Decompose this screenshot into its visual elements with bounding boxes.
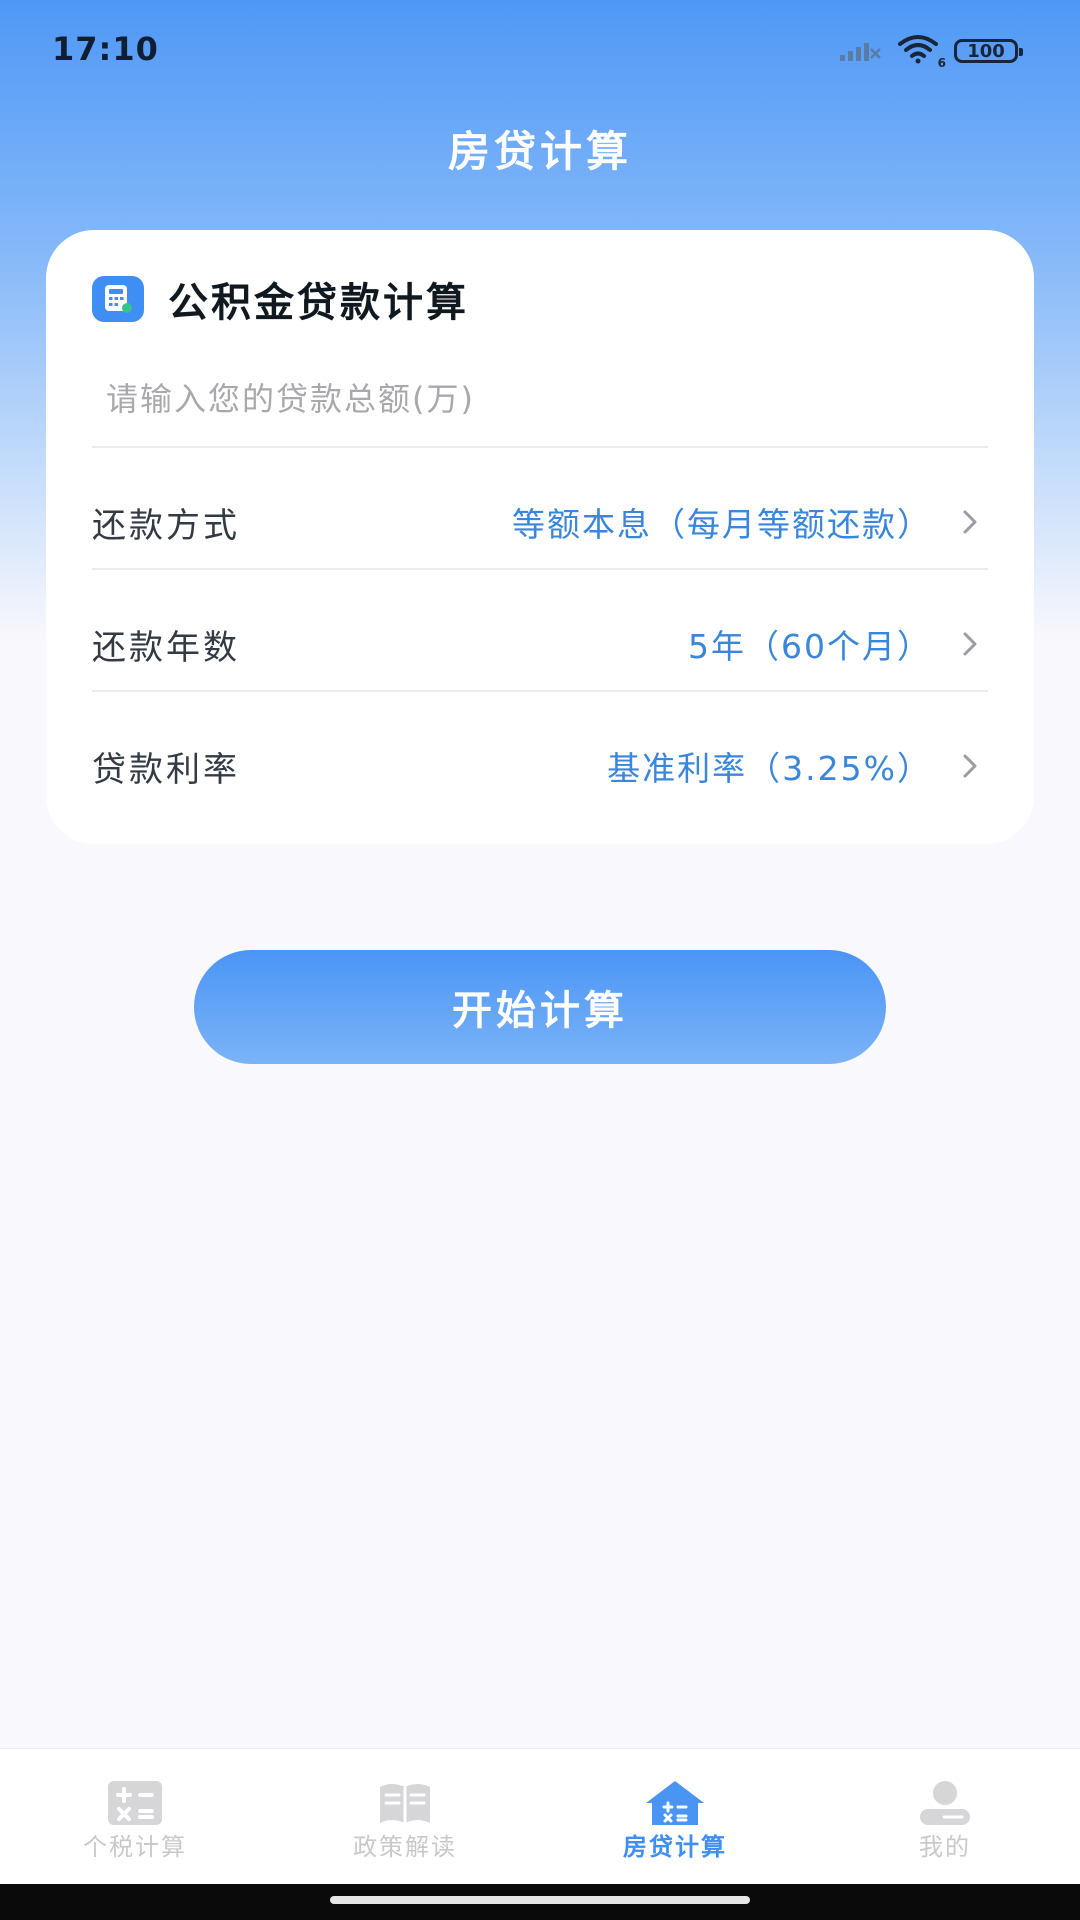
card-title: 公积金贷款计算 [168, 280, 469, 326]
nav-label: 个税计算 [83, 1833, 187, 1861]
signal-icon [838, 37, 882, 65]
nav-item-mortgage[interactable]: 房贷计算 [540, 1749, 810, 1885]
nav-label: 我的 [919, 1833, 971, 1861]
interest-rate-label: 贷款利率 [92, 749, 240, 790]
status-icons: 6 100 [838, 34, 1023, 70]
user-icon [914, 1779, 976, 1827]
repayment-years-label: 还款年数 [92, 627, 240, 668]
nav-item-policy[interactable]: 政策解读 [270, 1749, 540, 1885]
system-navigation-area [0, 1884, 1080, 1920]
chevron-right-icon [960, 508, 988, 536]
interest-rate-value: 基准利率（3.25%） [607, 749, 932, 788]
interest-rate-row[interactable]: 贷款利率 基准利率（3.25%） [92, 706, 988, 826]
nav-item-tax-calculator[interactable]: 个税计算 [0, 1749, 270, 1885]
chevron-right-icon [960, 630, 988, 658]
calculator-icon [104, 1779, 166, 1827]
chevron-right-icon [960, 752, 988, 780]
house-icon [644, 1779, 706, 1827]
loan-amount-input[interactable] [92, 354, 988, 444]
repayment-years-selector[interactable]: 5年（60个月） [688, 620, 988, 668]
start-calculation-button[interactable]: 开始计算 [194, 950, 886, 1064]
wifi-badge: 6 [937, 56, 946, 70]
repayment-method-row[interactable]: 还款方式 等额本息（每月等额还款） [92, 462, 988, 582]
repayment-method-selector[interactable]: 等额本息（每月等额还款） [512, 498, 988, 546]
divider [92, 568, 988, 570]
loan-form-card: 公积金贷款计算 还款方式 等额本息（每月等额还款） 还款年数 5年（60个月） … [46, 230, 1034, 844]
repayment-method-label: 还款方式 [92, 505, 240, 546]
calculator-icon [92, 276, 144, 322]
interest-rate-selector[interactable]: 基准利率（3.25%） [607, 742, 988, 790]
nav-label: 政策解读 [353, 1833, 457, 1861]
battery-indicator: 100 [954, 39, 1023, 63]
card-header: 公积金贷款计算 [92, 270, 469, 328]
status-bar: 17:10 6 100 [0, 0, 1080, 100]
repayment-years-value: 5年（60个月） [688, 627, 932, 666]
nav-label: 房贷计算 [623, 1833, 727, 1861]
nav-item-profile[interactable]: 我的 [810, 1749, 1080, 1885]
status-time: 17:10 [52, 30, 159, 68]
divider [92, 446, 988, 448]
bottom-nav: 个税计算 政策解读 房贷计算 我的 [0, 1748, 1080, 1885]
book-icon [374, 1779, 436, 1827]
wifi-icon: 6 [896, 34, 946, 70]
divider [92, 690, 988, 692]
home-indicator[interactable] [330, 1896, 750, 1904]
page-title: 房贷计算 [447, 127, 632, 176]
repayment-method-value: 等额本息（每月等额还款） [512, 505, 932, 544]
repayment-years-row[interactable]: 还款年数 5年（60个月） [92, 584, 988, 704]
